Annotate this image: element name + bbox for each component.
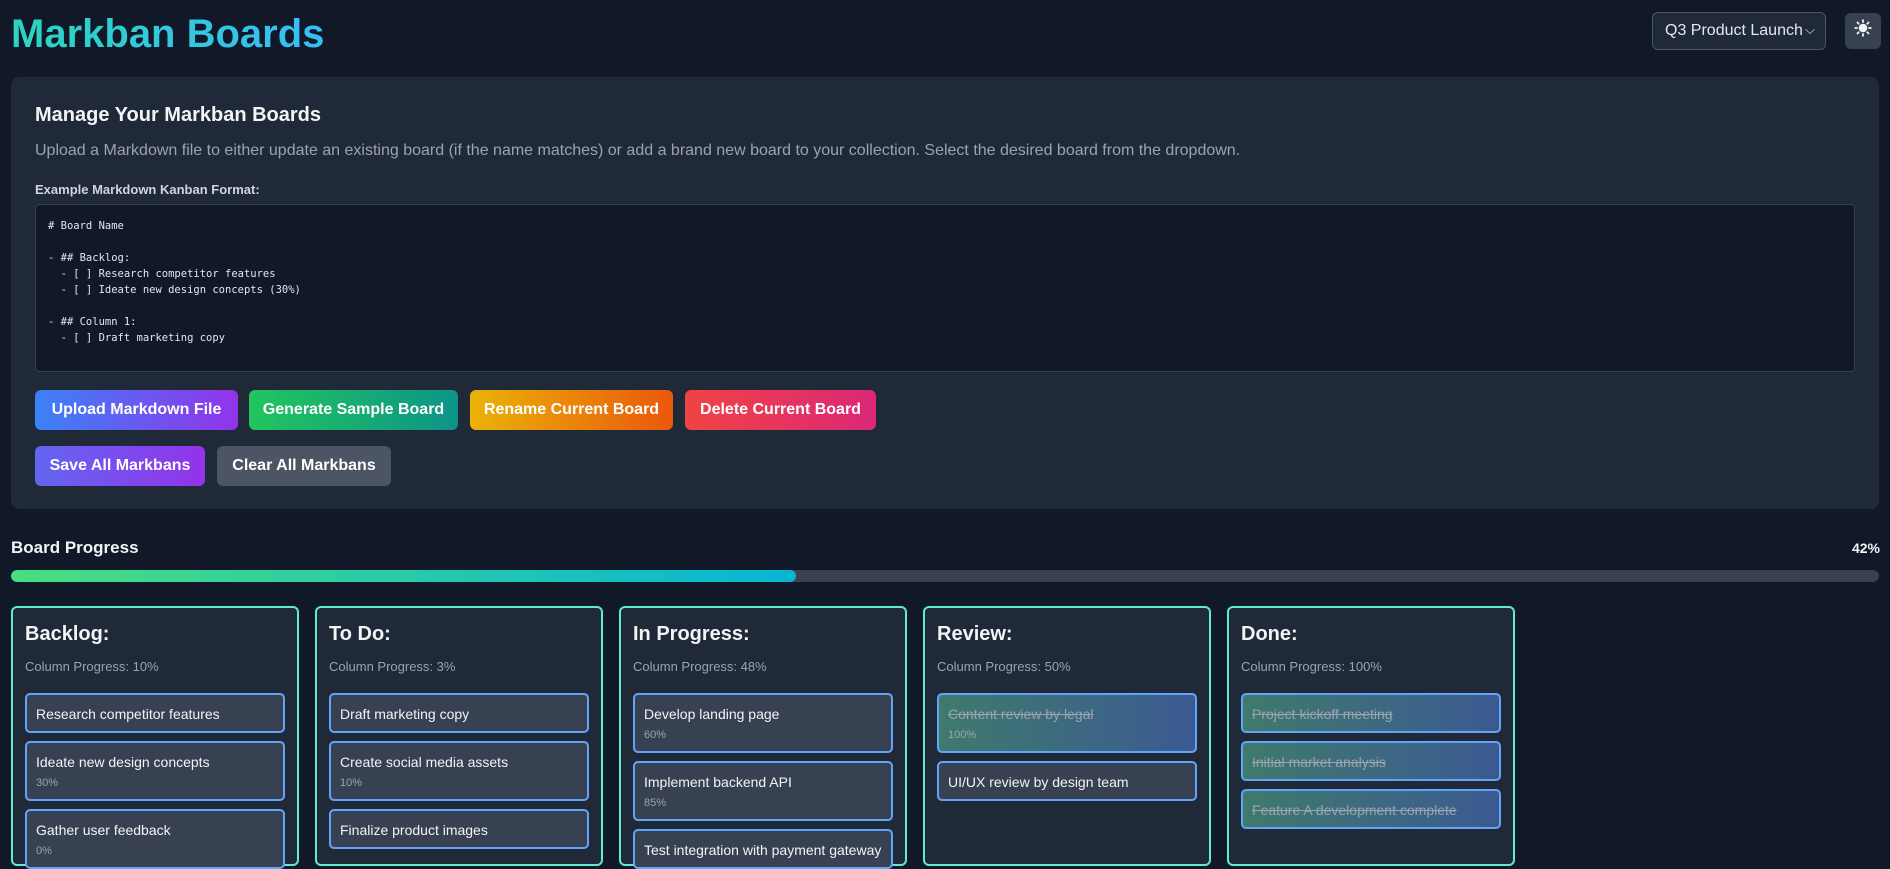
column-title: Review: [937,623,1013,645]
generate-sample-board-button[interactable]: Generate Sample Board [249,390,458,430]
card-title: Research competitor features [36,706,220,722]
card-title: Project kickoff meeting [1252,706,1393,722]
column-progress: Column Progress: 100% [1241,659,1382,674]
task-card[interactable]: Draft marketing copy [329,693,589,733]
delete-board-button[interactable]: Delete Current Board [685,390,876,430]
theme-toggle-button[interactable] [1845,13,1881,49]
column-progress: Column Progress: 50% [937,659,1071,674]
chevron-down-icon: ⌵ [1805,22,1815,37]
board-select[interactable]: Q3 Product Launch ⌵ [1652,12,1826,50]
card-title: Finalize product images [340,822,488,838]
card-title: Implement backend API [644,774,792,790]
task-card[interactable]: UI/UX review by design team [937,761,1197,801]
card-percent: 85% [644,797,667,809]
column-review: Review: Column Progress: 50% Content rev… [923,606,1211,866]
column-todo: To Do: Column Progress: 3% Draft marketi… [315,606,603,866]
card-title: Draft marketing copy [340,706,470,722]
card-title: Ideate new design concepts [36,754,210,770]
column-title: Backlog: [25,623,110,645]
card-percent: 10% [340,777,363,789]
upload-markdown-button[interactable]: Upload Markdown File [35,390,238,430]
board-progress-fill [11,570,796,582]
manage-description: Upload a Markdown file to either update … [35,142,1241,159]
board-progress-track [11,570,1879,582]
column-done: Done: Column Progress: 100% Project kick… [1227,606,1515,866]
task-card[interactable]: Create social media assets 10% [329,741,589,801]
task-card[interactable]: Finalize product images [329,809,589,849]
card-title: Initial market analysis [1252,754,1386,770]
board-progress-label: Board Progress [11,538,139,557]
task-card-completed[interactable]: Initial market analysis [1241,741,1501,781]
board-select-value: Q3 Product Launch [1665,22,1803,39]
card-title: Develop landing page [644,706,780,722]
manage-title: Manage Your Markban Boards [35,104,321,126]
card-percent: 100% [948,729,977,741]
card-title: Test integration with payment gateway [644,842,882,858]
card-title: Gather user feedback [36,822,171,838]
top-bar: Markban Boards Q3 Product Launch ⌵ [0,0,1890,70]
clear-all-button[interactable]: Clear All Markbans [217,446,391,486]
task-card-completed[interactable]: Content review by legal 100% [937,693,1197,753]
card-title: Create social media assets [340,754,509,770]
column-progress: Column Progress: 48% [633,659,767,674]
rename-board-button[interactable]: Rename Current Board [470,390,673,430]
task-card[interactable]: Ideate new design concepts 30% [25,741,285,801]
save-all-button[interactable]: Save All Markbans [35,446,205,486]
card-percent: 0% [36,845,52,857]
column-progress: Column Progress: 10% [25,659,159,674]
column-title: Done: [1241,623,1298,645]
sun-icon [1854,19,1872,43]
card-percent: 30% [36,777,59,789]
task-card-completed[interactable]: Feature A development complete [1241,789,1501,829]
task-card-completed[interactable]: Project kickoff meeting [1241,693,1501,733]
column-title: In Progress: [633,623,750,645]
board-progress-percent: 42% [1851,540,1880,556]
task-card[interactable]: Test integration with payment gateway [633,829,893,869]
task-card[interactable]: Research competitor features [25,693,285,733]
column-title: To Do: [329,623,391,645]
example-markdown-code: # Board Name - ## Backlog: - [ ] Researc… [35,204,1855,372]
card-percent: 60% [644,729,667,741]
task-card[interactable]: Implement backend API 85% [633,761,893,821]
column-progress: Column Progress: 3% [329,659,456,674]
card-title: UI/UX review by design team [948,774,1129,790]
task-card[interactable]: Gather user feedback 0% [25,809,285,869]
column-backlog: Backlog: Column Progress: 10% Research c… [11,606,299,869]
example-format-label: Example Markdown Kanban Format: [35,182,260,197]
card-title: Feature A development complete [1252,802,1457,818]
manage-boards-panel: Manage Your Markban Boards Upload a Mark… [11,77,1879,509]
task-card[interactable]: Develop landing page 60% [633,693,893,753]
card-title: Content review by legal [948,706,1094,722]
column-in-progress: In Progress: Column Progress: 48% Develo… [619,606,907,869]
app-title: Markban Boards [11,12,325,56]
